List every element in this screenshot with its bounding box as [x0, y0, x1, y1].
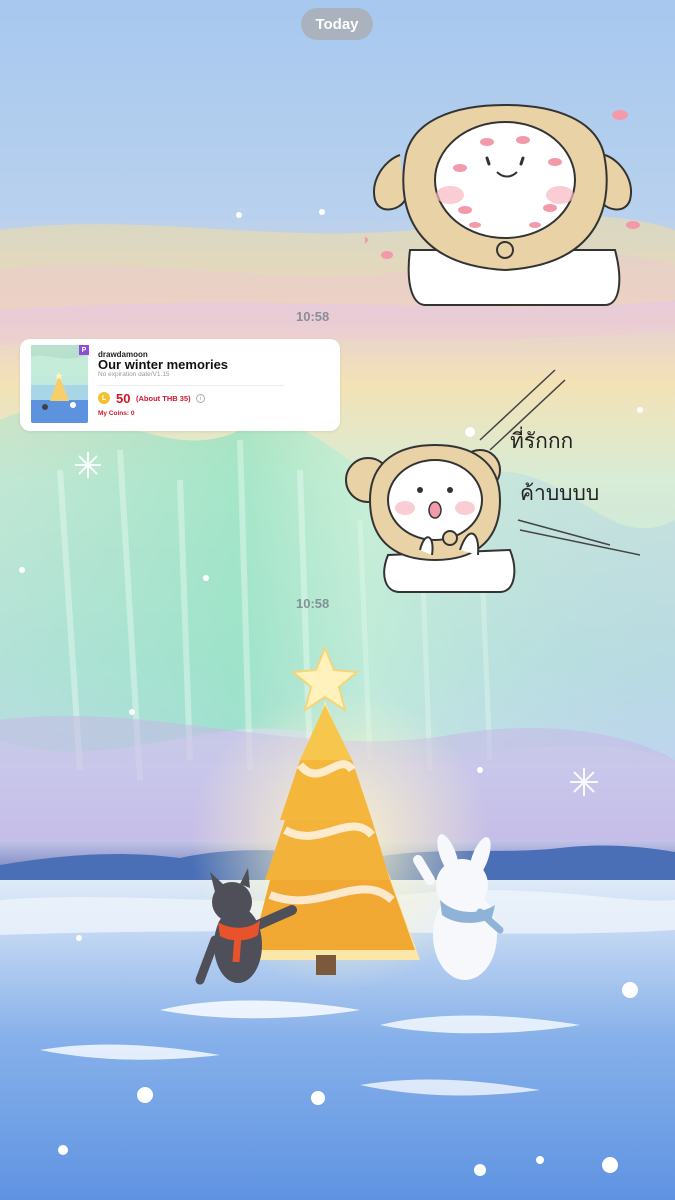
sticker-product-card[interactable]: P drawdamoon Our winter memories No expi… [20, 339, 340, 431]
message-timestamp: 10:58 [296, 596, 330, 611]
sticker-darling[interactable]: ที่รักกก ค้าบบบบ [340, 360, 660, 595]
sticker-pack-thumbnail[interactable] [31, 345, 88, 423]
divider [98, 385, 284, 386]
info-icon[interactable]: i [196, 394, 205, 403]
sticker-pack-title[interactable]: Our winter memories [98, 357, 228, 372]
coin-icon: L [98, 392, 110, 404]
date-divider-pill: Today [301, 8, 373, 40]
price-coins: 50 [116, 391, 131, 406]
sticker-text-line1: ที่รักกก [510, 426, 573, 453]
my-coins-balance[interactable]: My Coins: 0 [98, 410, 134, 417]
price-local-currency: (About THB 35) [136, 394, 191, 403]
sticker-kiss-marks[interactable] [365, 100, 640, 315]
expiry-info: No expiration date/V1.15 [98, 371, 170, 378]
message-timestamp: 10:58 [296, 309, 330, 324]
sticker-text-line2: ค้าบบบบ [520, 481, 599, 505]
premium-badge: P [79, 345, 89, 355]
